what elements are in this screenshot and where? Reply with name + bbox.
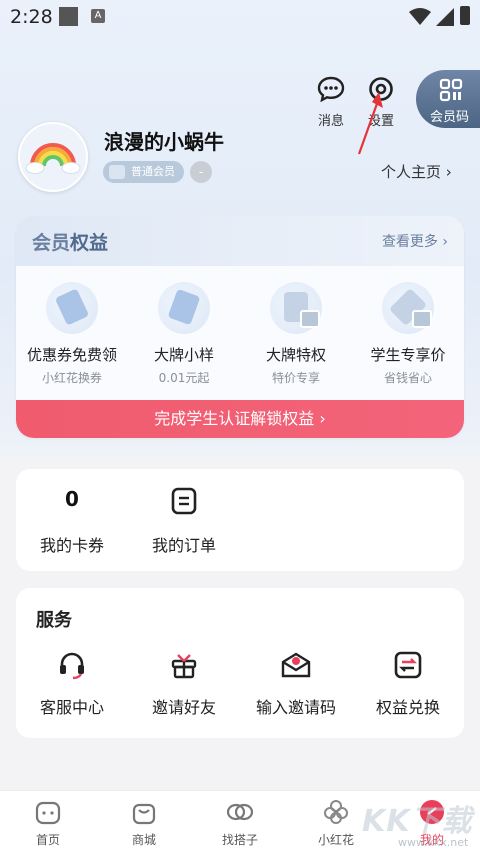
envelope-icon xyxy=(241,650,351,680)
tab-find-partner[interactable]: 找搭子 xyxy=(200,799,280,848)
exchange-icon xyxy=(353,650,463,680)
wifi-icon xyxy=(409,8,431,25)
benefit-name: 大牌小样 xyxy=(153,346,214,364)
order-list-icon xyxy=(129,487,239,515)
my-orders-button[interactable]: 我的订单 xyxy=(129,487,239,556)
customer-service-button[interactable]: 客服中心 xyxy=(17,650,127,718)
tab-find-partner-label: 找搭子 xyxy=(221,833,258,847)
member-badge-icon xyxy=(109,165,125,179)
benefit-student-price[interactable]: 学生专享价 省钱省心 xyxy=(352,282,464,386)
benefit-sub: 省钱省心 xyxy=(383,371,432,385)
member-level-badge[interactable]: 普通会员 xyxy=(103,161,184,183)
lock-icon xyxy=(412,310,432,328)
watermark: KK下载 xyxy=(362,804,473,839)
benefit-name: 优惠券免费领 xyxy=(26,346,117,364)
notification-square-icon xyxy=(59,7,78,26)
benefit-coupon[interactable]: 优惠券免费领 小红花换券 xyxy=(16,282,128,386)
cell-signal-icon xyxy=(436,8,454,26)
benefits-title-part2: 权益 xyxy=(70,232,109,254)
qr-code-icon xyxy=(439,78,463,102)
services-card: 服务 客服中心 邀请好友 输入邀请码 权益兑换 xyxy=(16,588,464,738)
my-orders-label: 我的订单 xyxy=(151,536,216,555)
wallet-card: 0 我的卡券 我的订单 xyxy=(16,469,464,571)
watermark-url: www.kkx.net xyxy=(398,836,469,849)
red-arrow-annotation xyxy=(357,92,383,155)
chat-bubble-icon xyxy=(317,76,345,103)
services-title: 服务 xyxy=(36,610,72,631)
my-coupons-label: 我的卡券 xyxy=(39,536,104,555)
rainbow-avatar-icon xyxy=(25,143,81,174)
benefit-sub: 0.01元起 xyxy=(158,371,210,385)
lock-icon xyxy=(300,310,320,328)
messages-label: 消息 xyxy=(317,114,344,129)
tab-mall[interactable]: 商城 xyxy=(104,799,184,848)
member-level-label: 普通会员 xyxy=(131,165,175,178)
benefit-samples[interactable]: 大牌小样 0.01元起 xyxy=(128,282,240,386)
customer-service-label: 客服中心 xyxy=(39,698,104,717)
view-more-link[interactable]: 查看更多 › xyxy=(382,231,448,251)
invite-friends-button[interactable]: 邀请好友 xyxy=(129,650,239,718)
member-code-label: 会员码 xyxy=(430,110,470,125)
enter-invite-code-label: 输入邀请码 xyxy=(255,698,336,717)
invite-friends-label: 邀请好友 xyxy=(151,698,216,717)
partner-link-icon xyxy=(200,799,280,825)
battery-icon xyxy=(460,6,470,25)
sample-bottle-icon xyxy=(158,282,210,334)
benefit-sub: 特价专享 xyxy=(271,371,320,385)
benefit-exchange-button[interactable]: 权益兑换 xyxy=(353,650,463,718)
member-code-button[interactable]: 会员码 xyxy=(416,70,480,128)
home-face-icon xyxy=(8,799,88,825)
benefit-sub: 小红花换券 xyxy=(41,371,102,385)
tab-home[interactable]: 首页 xyxy=(8,799,88,848)
benefits-title: 会员权益 xyxy=(32,228,108,255)
status-bar: 2:28 A xyxy=(0,0,480,34)
student-verify-unlock-button[interactable]: 完成学生认证解锁权益 › xyxy=(16,400,464,438)
coupon-count: 0 xyxy=(65,487,79,511)
member-benefits-card: 会员权益 查看更多 › 优惠券免费领 小红花换券 大牌小样 0.01元起 大牌特… xyxy=(16,216,464,438)
avatar[interactable] xyxy=(18,122,88,192)
shopping-bag-icon xyxy=(104,799,184,825)
my-coupons-button[interactable]: 0 我的卡券 xyxy=(17,487,127,556)
headset-icon xyxy=(17,650,127,680)
tab-mall-label: 商城 xyxy=(131,833,156,847)
messages-button[interactable]: 消息 xyxy=(317,76,345,129)
benefits-title-part1: 会员 xyxy=(32,232,71,254)
benefit-name: 大牌特权 xyxy=(265,346,326,364)
tab-home-label: 首页 xyxy=(35,833,60,847)
enter-invite-code-button[interactable]: 输入邀请码 xyxy=(241,650,351,718)
benefit-exchange-label: 权益兑换 xyxy=(375,698,440,717)
coupon-icon xyxy=(46,282,98,334)
gift-icon xyxy=(129,650,239,680)
status-time: 2:28 xyxy=(10,6,53,28)
extra-badge[interactable]: - xyxy=(190,161,212,183)
benefits-header: 会员权益 查看更多 › xyxy=(16,216,464,266)
benefit-brand-privilege[interactable]: 大牌特权 特价专享 xyxy=(240,282,352,386)
username: 浪漫的小蜗牛 xyxy=(104,130,224,154)
personal-homepage-link[interactable]: 个人主页 › xyxy=(381,161,452,182)
student-tag-lock-icon xyxy=(382,282,434,334)
notification-a-icon: A xyxy=(91,9,105,23)
shopping-bag-lock-icon xyxy=(270,282,322,334)
benefit-name: 学生专享价 xyxy=(370,346,446,364)
